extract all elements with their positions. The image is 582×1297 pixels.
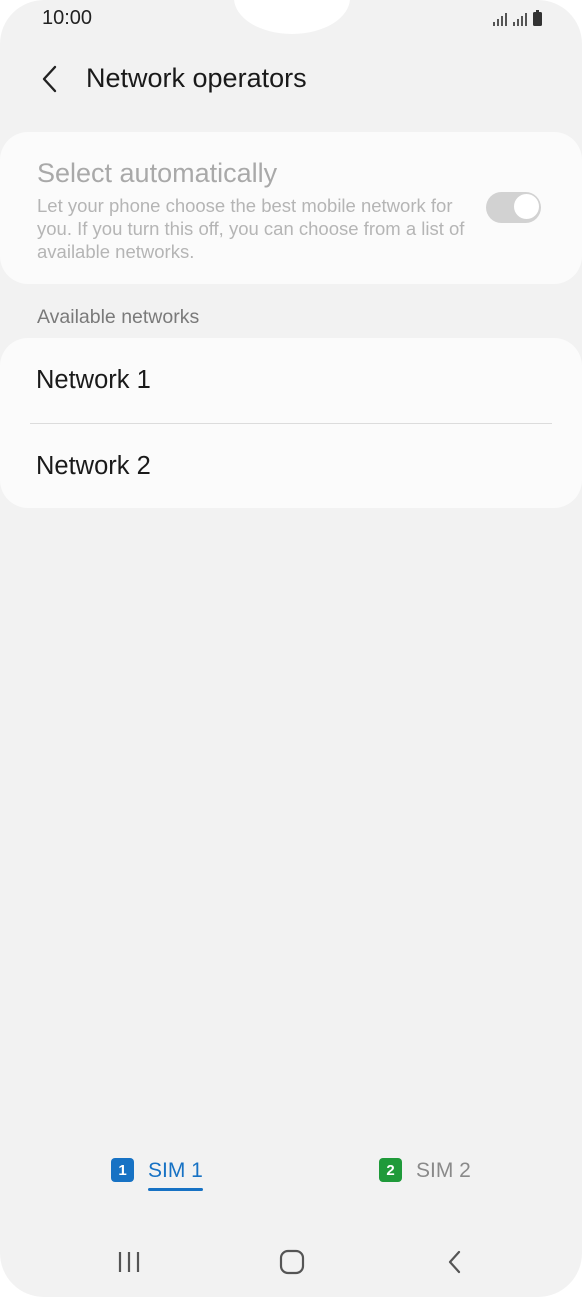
signal-icon (493, 12, 507, 26)
recent-apps-icon (118, 1252, 140, 1272)
home-button[interactable] (262, 1240, 322, 1284)
back-icon (448, 1250, 461, 1274)
signal-icon (513, 12, 527, 26)
sim-tab-label: SIM 2 (416, 1159, 471, 1182)
network-list-item[interactable]: Network 1 (0, 338, 582, 423)
select-automatically-description: Let your phone choose the best mobile ne… (37, 195, 465, 262)
camera-notch (234, 0, 350, 34)
available-networks-header: Available networks (37, 306, 200, 328)
status-icons (493, 8, 542, 26)
chevron-left-icon (42, 65, 57, 93)
tab-sim-2[interactable]: 2 SIM 2 (379, 1155, 471, 1191)
sim-2-icon: 2 (379, 1158, 402, 1182)
tab-sim-1[interactable]: 1 SIM 1 (111, 1155, 203, 1191)
recent-apps-button[interactable] (99, 1240, 159, 1284)
status-time: 10:00 (42, 7, 93, 29)
back-button[interactable] (30, 58, 70, 100)
network-label: Network 1 (36, 366, 151, 394)
select-automatically-title: Select automatically (37, 158, 278, 188)
toggle-knob (513, 193, 540, 220)
sim-1-icon: 1 (111, 1158, 134, 1182)
network-list-item[interactable]: Network 2 (0, 424, 582, 509)
battery-icon (533, 10, 542, 26)
home-icon (279, 1249, 305, 1275)
page-title: Network operators (86, 63, 307, 93)
sim-tab-label: SIM 1 (148, 1155, 203, 1191)
network-label: Network 2 (36, 452, 151, 480)
select-automatically-toggle[interactable] (486, 192, 541, 223)
phone-screen: 10:00 Network operators Select automatic… (0, 0, 582, 1297)
nav-back-button[interactable] (425, 1240, 485, 1284)
